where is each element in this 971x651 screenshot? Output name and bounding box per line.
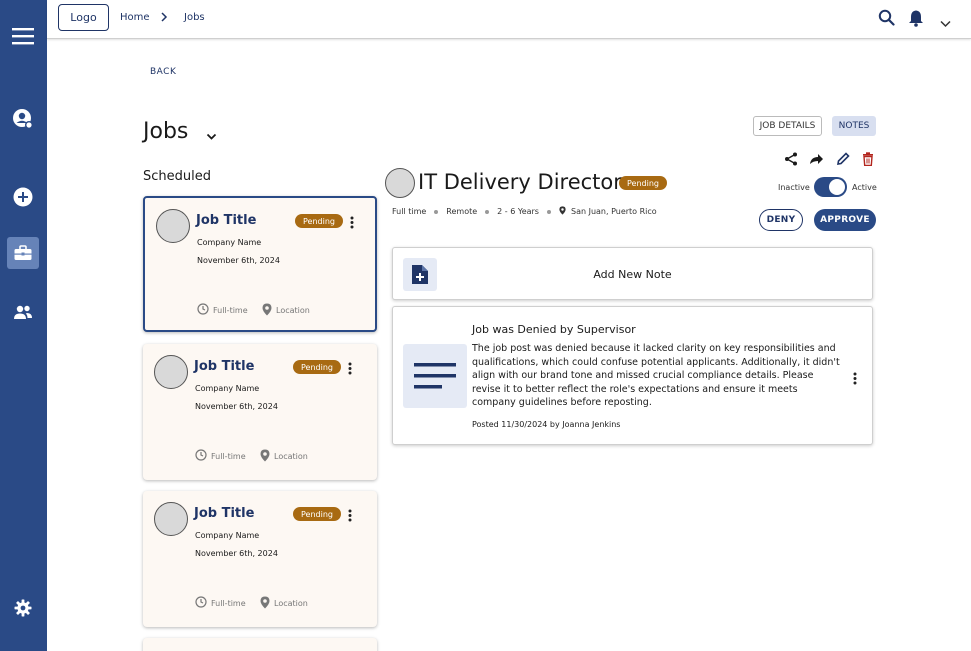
search-icon[interactable] (878, 9, 895, 30)
add-icon[interactable] (7, 181, 39, 213)
clock-icon (195, 596, 207, 610)
sidebar (0, 0, 47, 651)
logo[interactable]: Logo (58, 4, 109, 31)
company-name: Company Name (197, 238, 262, 247)
active-status-toggle[interactable] (814, 177, 847, 197)
company-name: Company Name (195, 531, 260, 540)
add-new-note-card[interactable]: Add New Note (392, 247, 873, 300)
status-badge: Pending (293, 360, 341, 374)
status-badge: Pending (293, 507, 341, 521)
location-pin-icon (260, 449, 270, 464)
job-location: Location (274, 599, 308, 608)
settings-gear-icon[interactable] (7, 592, 39, 624)
user-settings-icon[interactable] (7, 103, 39, 135)
job-type: Full-time (211, 451, 246, 461)
clock-icon (195, 449, 207, 463)
job-location: Location (276, 306, 310, 315)
toggle-knob (829, 179, 845, 195)
experience-range: 2 - 6 Years (497, 207, 539, 216)
avatar (154, 355, 188, 389)
jobs-briefcase-icon[interactable] (7, 237, 39, 269)
work-mode: Remote (446, 207, 478, 216)
status-badge: Pending (295, 214, 343, 228)
edit-pencil-icon[interactable] (836, 151, 850, 170)
approve-button[interactable]: APPROVE (814, 209, 876, 231)
page-title: Jobs (143, 119, 189, 144)
job-card-title: Job Title (194, 359, 255, 374)
job-card[interactable]: Job Title Pending Company Name November … (143, 344, 377, 480)
job-location: San Juan, Puerto Rico (570, 207, 657, 216)
job-meta-row: Full time Remote 2 - 6 Years San Juan, P… (392, 206, 657, 217)
more-options-icon[interactable] (348, 360, 352, 379)
notification-bell-icon[interactable] (908, 9, 924, 31)
breadcrumb-jobs[interactable]: Jobs (184, 12, 205, 23)
note-lines-icon (403, 344, 467, 408)
tab-job-details[interactable]: JOB DETAILS (753, 116, 822, 136)
tab-notes[interactable]: NOTES (832, 116, 876, 136)
toggle-label-inactive: Inactive (778, 183, 810, 192)
job-location: Location (274, 452, 308, 461)
breadcrumb-home[interactable]: Home (120, 12, 150, 23)
add-new-note-label: Add New Note (593, 268, 672, 281)
job-type: Full-time (213, 305, 248, 315)
back-link[interactable]: BACK (150, 67, 176, 77)
section-label-scheduled: Scheduled (143, 169, 211, 184)
job-card-title: Job Title (194, 506, 255, 521)
deny-button[interactable]: DENY (759, 209, 803, 231)
toggle-label-active: Active (852, 183, 877, 192)
job-date: November 6th, 2024 (195, 549, 278, 558)
company-name: Company Name (195, 384, 260, 393)
top-header: Logo Home Jobs (47, 0, 971, 39)
job-card[interactable]: Job Title Pending Company Name November … (143, 196, 377, 332)
chevron-down-icon[interactable] (940, 13, 951, 32)
more-options-icon[interactable] (348, 507, 352, 526)
forward-icon[interactable] (809, 151, 824, 170)
job-type: Full-time (211, 598, 246, 608)
menu-icon[interactable] (7, 20, 39, 52)
job-type: Full time (392, 207, 427, 216)
job-card-title: Job Title (196, 213, 257, 228)
people-icon[interactable] (7, 296, 39, 328)
job-avatar (385, 168, 415, 198)
job-date: November 6th, 2024 (197, 256, 280, 265)
location-pin-icon (260, 596, 270, 611)
more-options-icon[interactable] (853, 370, 857, 389)
title-dropdown-chevron-icon[interactable] (206, 126, 217, 145)
separator-dot (434, 209, 439, 214)
avatar (156, 209, 190, 243)
more-options-icon[interactable] (350, 214, 354, 233)
job-card-partial[interactable] (143, 638, 377, 651)
separator-dot (485, 209, 490, 214)
separator-dot (546, 209, 551, 214)
note-title: Job was Denied by Supervisor (472, 323, 636, 336)
note-posted-info: Posted 11/30/2024 by Joanna Jenkins (472, 420, 621, 429)
chevron-right-icon (160, 10, 168, 25)
location-pin-icon (559, 206, 566, 217)
share-icon[interactable] (784, 151, 798, 170)
job-detail-title: IT Delivery Director (418, 170, 622, 194)
avatar (154, 502, 188, 536)
note-body: The job post was denied because it lacke… (472, 343, 840, 408)
note-card: Job was Denied by Supervisor The job pos… (392, 306, 873, 445)
job-card[interactable]: Job Title Pending Company Name November … (143, 491, 377, 627)
delete-trash-icon[interactable] (862, 151, 874, 170)
location-pin-icon (262, 303, 272, 318)
clock-icon (197, 303, 209, 317)
job-date: November 6th, 2024 (195, 402, 278, 411)
status-badge: Pending (619, 176, 667, 190)
